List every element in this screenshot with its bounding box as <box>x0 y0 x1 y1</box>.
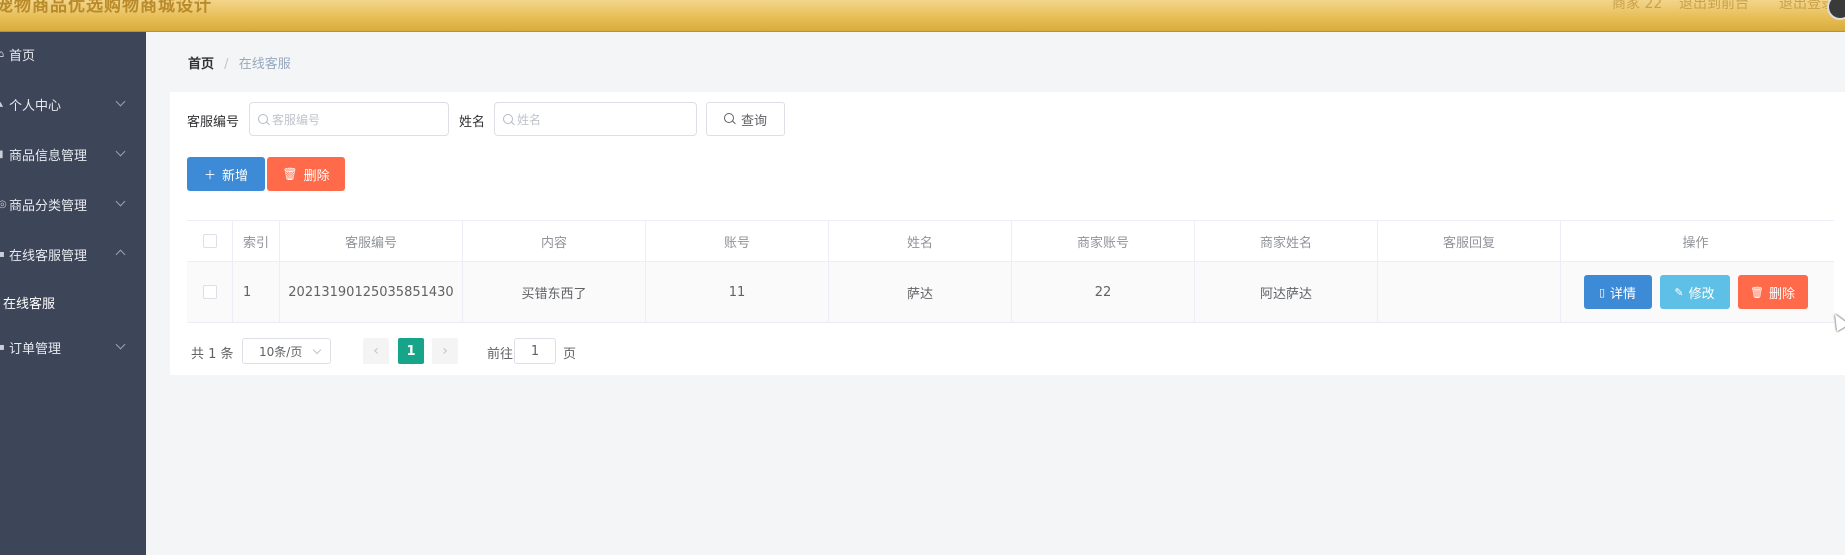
goto-label: 前往 <box>487 347 514 362</box>
name-label: 姓名 <box>459 115 486 130</box>
sidebar-item-product-category[interactable]: ◎ 商品分类管理 <box>0 192 146 216</box>
col-header: 姓名 <box>828 221 1011 261</box>
avatar[interactable] <box>1827 0 1845 20</box>
table-header-row: 索引 客服编号 内容 账号 姓名 商家账号 商家姓名 客服回复 操作 <box>187 221 1834 262</box>
name-input[interactable]: 姓名 <box>494 102 697 136</box>
col-header: 客服编号 <box>279 221 462 261</box>
sidebar-subitem-online-service[interactable]: 在线客服 <box>3 293 55 312</box>
trash-icon: 🗑 <box>1750 285 1764 299</box>
add-button-label: 新增 <box>222 168 249 184</box>
col-header: 账号 <box>645 221 828 261</box>
delete-button-label: 删除 <box>303 168 330 184</box>
next-page-button[interactable]: › <box>432 338 458 364</box>
breadcrumb-current: 在线客服 <box>238 57 291 72</box>
cell-account: 11 <box>645 262 828 322</box>
cell-content: 买错东西了 <box>462 262 645 322</box>
table-row: 1 20213190125035851430 买错东西了 11 萨达 22 阿达… <box>187 262 1834 323</box>
cell-merchant-name: 阿达萨达 <box>1194 262 1377 322</box>
plus-icon: ＋ <box>203 167 216 182</box>
page-number-current[interactable]: 1 <box>398 338 424 364</box>
breadcrumb-separator: / <box>224 57 229 72</box>
page-size-value: 10条/页 <box>259 344 303 359</box>
delete-button[interactable]: 🗑 删除 <box>1737 275 1808 309</box>
edit-icon: ✎ <box>1674 285 1684 299</box>
detail-button-label: 详情 <box>1610 286 1637 302</box>
query-button-label: 查询 <box>740 113 767 129</box>
sidebar-item-personal[interactable]: ▴ 个人中心 <box>0 92 146 116</box>
sidebar-item-home[interactable]: ⌂ 首页 <box>0 42 146 66</box>
chevron-down-icon <box>312 345 322 355</box>
sidebar: ⌂ 首页 ▴ 个人中心 ▮ 商品信息管理 ◎ 商品分类管理 ▪ 在线客服管理 在… <box>0 32 146 555</box>
chevron-down-icon <box>115 196 126 207</box>
col-header: 操作 <box>1560 221 1830 261</box>
cell-actions: ▯ 详情 ✎ 修改 🗑 删除 <box>1560 262 1830 322</box>
top-header: 宠物商品优选购物商城设计 商家 22 退出到前台 退出登录 <box>0 0 1845 32</box>
cell-reply <box>1377 262 1560 322</box>
goto-suffix: 页 <box>563 347 577 362</box>
col-header: 商家账号 <box>1011 221 1194 261</box>
row-select-cell <box>187 262 232 322</box>
search-icon <box>503 114 513 124</box>
service-no-label: 客服编号 <box>187 115 240 130</box>
row-checkbox[interactable] <box>202 285 217 299</box>
goto-page-input[interactable]: 1 <box>514 338 556 364</box>
chevron-up-icon <box>115 249 126 260</box>
chevron-down-icon <box>115 146 126 157</box>
back-to-front-link[interactable]: 退出到前台 <box>1679 0 1749 13</box>
user-label: 商家 22 <box>1612 0 1663 12</box>
sidebar-item-label: 商品分类管理 <box>9 198 88 214</box>
site-title: 宠物商品优选购物商城设计 <box>0 0 212 16</box>
breadcrumb: 首页 / 在线客服 <box>188 53 291 72</box>
select-all-checkbox[interactable] <box>202 234 217 248</box>
service-icon: ▪ <box>0 248 5 260</box>
col-header: 内容 <box>462 221 645 261</box>
main-content: 首页 / 在线客服 客服编号 客服编号 姓名 姓名 查询 ＋ 新增 🗑 删除 索… <box>146 32 1845 555</box>
home-icon: ⌂ <box>0 48 5 60</box>
breadcrumb-home[interactable]: 首页 <box>188 57 214 72</box>
sidebar-item-label: 订单管理 <box>9 341 62 357</box>
document-icon: ▯ <box>1598 285 1606 299</box>
sidebar-item-label: 在线客服管理 <box>9 248 88 264</box>
user-icon: ▴ <box>0 98 4 110</box>
add-button[interactable]: ＋ 新增 <box>187 157 265 191</box>
pagination: 共 1 条 10条/页 ‹ 1 › 前往 1 页 <box>187 338 787 364</box>
service-no-placeholder: 客服编号 <box>272 112 321 127</box>
trash-icon: 🗑 <box>282 167 298 181</box>
page-size-select[interactable]: 10条/页 <box>242 338 331 364</box>
edit-button-label: 修改 <box>1688 286 1715 302</box>
cell-merchant-account: 22 <box>1011 262 1194 322</box>
col-header: 索引 <box>232 221 279 261</box>
sidebar-item-product-info[interactable]: ▮ 商品信息管理 <box>0 142 146 166</box>
cell-name: 萨达 <box>828 262 1011 322</box>
cell-service-no: 20213190125035851430 <box>279 262 462 322</box>
sidebar-item-label: 个人中心 <box>9 98 62 114</box>
sidebar-item-online-service[interactable]: ▪ 在线客服管理 <box>0 242 146 266</box>
col-header: 客服回复 <box>1377 221 1560 261</box>
col-header: 商家姓名 <box>1194 221 1377 261</box>
pagination-total: 共 1 条 <box>191 347 234 362</box>
query-button[interactable]: 查询 <box>706 102 785 136</box>
content-panel: 客服编号 客服编号 姓名 姓名 查询 ＋ 新增 🗑 删除 索引 客服编号 内容 … <box>170 92 1845 375</box>
search-icon <box>723 113 734 123</box>
category-icon: ◎ <box>0 198 7 210</box>
cell-index: 1 <box>232 262 279 322</box>
sidebar-item-orders[interactable]: ▪ 订单管理 <box>0 335 146 359</box>
batch-delete-button[interactable]: 🗑 删除 <box>267 157 345 191</box>
edit-button[interactable]: ✎ 修改 <box>1659 275 1730 309</box>
detail-button[interactable]: ▯ 详情 <box>1583 275 1652 309</box>
select-all-cell <box>187 221 232 261</box>
service-table: 索引 客服编号 内容 账号 姓名 商家账号 商家姓名 客服回复 操作 1 202… <box>187 220 1834 323</box>
delete-button-label: 删除 <box>1768 286 1795 302</box>
service-no-input[interactable]: 客服编号 <box>249 102 449 136</box>
list-icon: ▮ <box>0 148 4 160</box>
sidebar-item-label: 商品信息管理 <box>9 148 88 164</box>
chevron-down-icon <box>115 96 126 107</box>
prev-page-button[interactable]: ‹ <box>363 338 389 364</box>
name-placeholder: 姓名 <box>517 112 542 127</box>
order-icon: ▪ <box>0 341 5 353</box>
search-icon <box>258 114 268 124</box>
sidebar-item-label: 首页 <box>9 48 36 64</box>
chevron-down-icon <box>115 339 126 350</box>
